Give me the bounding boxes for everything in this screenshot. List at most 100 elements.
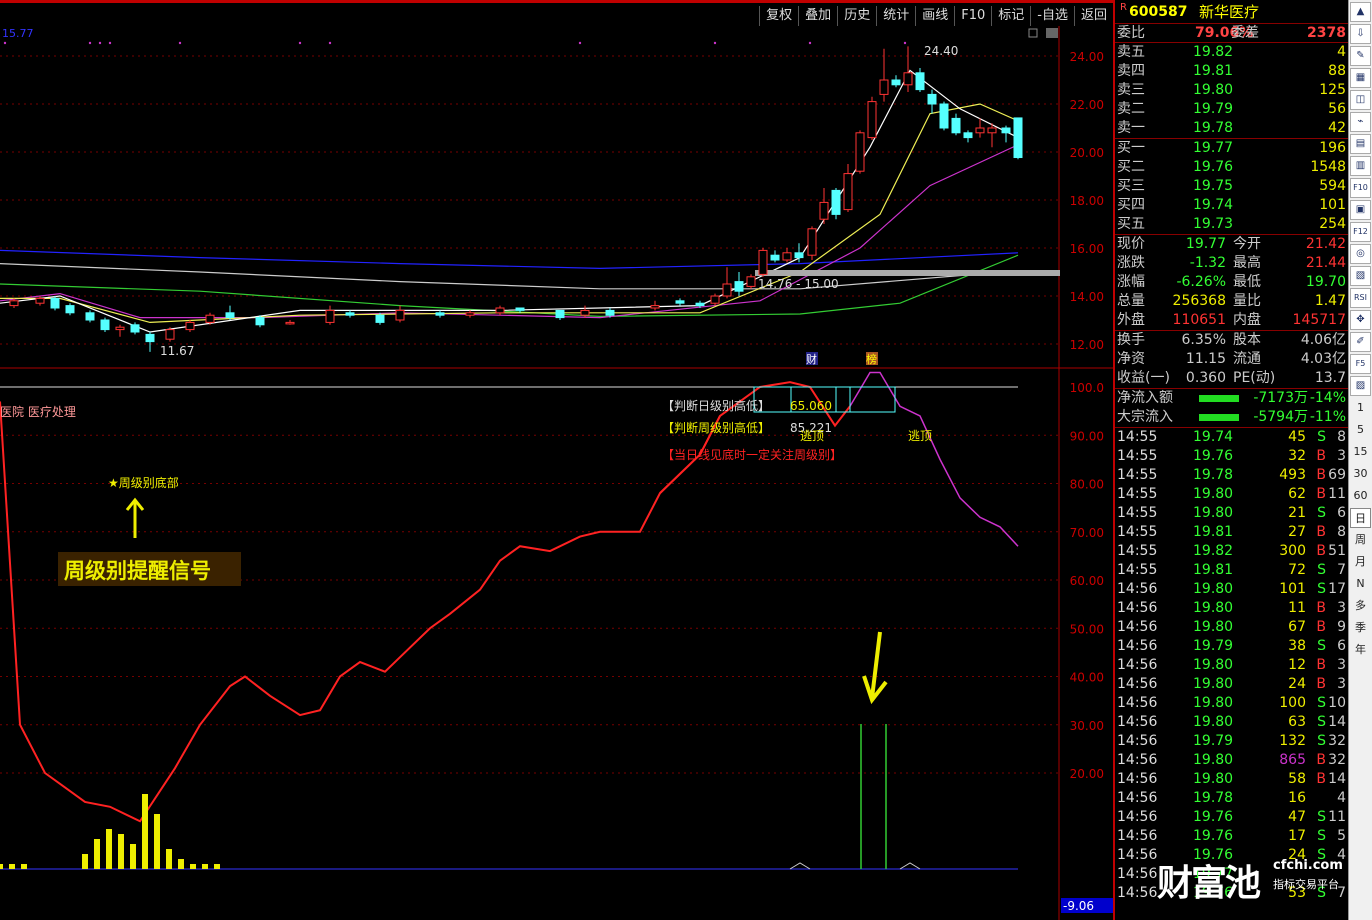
ind-tick: 60.00 — [1070, 574, 1104, 588]
candle-body — [695, 302, 705, 307]
toolbar-btn-5[interactable]: F10 — [954, 6, 991, 26]
tick-volume: 72 — [1288, 562, 1306, 578]
tick-count: 3 — [1337, 448, 1346, 464]
sidebar-tool-icon-7[interactable]: ▥ — [1350, 156, 1371, 176]
tick-row: 14:55 19.82 300 B 51 — [1115, 542, 1348, 561]
candle-body — [375, 314, 385, 323]
candle-body — [50, 297, 60, 309]
period-多[interactable]: 多 — [1350, 596, 1371, 616]
period-15[interactable]: 15 — [1350, 442, 1371, 462]
tick-volume: 47 — [1288, 809, 1306, 825]
candle-body — [325, 309, 335, 323]
candle-body — [130, 324, 140, 333]
stat-label: 总量 — [1117, 293, 1145, 309]
tick-side: S — [1317, 638, 1326, 654]
sidebar-tool-icon-3[interactable]: ▦ — [1350, 68, 1371, 88]
tick-volume: 16 — [1288, 790, 1306, 806]
ask-label: 卖三 — [1117, 82, 1145, 98]
tick-volume: 132 — [1279, 733, 1306, 749]
sidebar-tool-icon-4[interactable]: ◫ — [1350, 90, 1371, 110]
tick-side: S — [1317, 733, 1326, 749]
signal-dot — [3, 41, 7, 45]
tick-time: 14:56 — [1117, 752, 1158, 768]
toolbar-btn-3[interactable]: 统计 — [876, 6, 915, 26]
toolbar-btn-7[interactable]: -自选 — [1030, 6, 1074, 26]
sidebar-tool-icon-8[interactable]: F10 — [1350, 178, 1371, 198]
ind-tick: 40.00 — [1070, 671, 1104, 685]
ma-label: 15.77 — [2, 27, 34, 40]
tick-count: 32 — [1328, 733, 1346, 749]
sidebar-tool-icon-6[interactable]: ▤ — [1350, 134, 1371, 154]
ind-tick: 90.00 — [1070, 429, 1104, 443]
period-1[interactable]: 1 — [1350, 398, 1371, 418]
yellow-bar — [118, 834, 124, 869]
candle-body — [225, 312, 235, 319]
stat-value2: 4.06亿 — [1300, 332, 1346, 348]
watermark: 财富池 cfchi.com 指标交易平台 — [1157, 852, 1352, 904]
watermark-site: cfchi.com — [1273, 858, 1343, 873]
tick-side: S — [1317, 714, 1326, 730]
bid-label: 买一 — [1117, 140, 1145, 156]
sidebar-tool-icon-0[interactable]: ▲ — [1350, 2, 1371, 22]
toolbar-btn-6[interactable]: 标记 — [991, 6, 1030, 26]
period-60[interactable]: 60 — [1350, 486, 1371, 506]
period-日[interactable]: 日 — [1350, 508, 1371, 528]
toolbar-btn-1[interactable]: 叠加 — [798, 6, 837, 26]
tick-row: 14:55 19.80 62 B 11 — [1115, 485, 1348, 504]
stat-label2: 流通 — [1233, 351, 1261, 367]
stat2-row: 净资 11.15 流通 4.03亿 — [1115, 350, 1348, 369]
ask-row: 卖三 19.80 125 — [1115, 81, 1348, 100]
tick-row: 14:56 19.78 16 4 — [1115, 789, 1348, 808]
sidebar-tool-icon-12[interactable]: ▧ — [1350, 266, 1371, 286]
high-label: 24.40 — [924, 44, 958, 58]
ma-white-long — [0, 263, 1019, 290]
toolbar-btn-8[interactable]: 返回 — [1073, 6, 1113, 26]
period-5[interactable]: 5 — [1350, 420, 1371, 440]
period-月[interactable]: 月 — [1350, 552, 1371, 572]
period-季[interactable]: 季 — [1350, 618, 1371, 638]
sidebar-tool-icon-5[interactable]: ⌁ — [1350, 112, 1371, 132]
ask-list: 卖五 19.82 4 卖四 19.81 88 卖三 19.80 125 卖二 19.79 56 卖一 19… — [1115, 43, 1348, 139]
ask-label: 卖二 — [1117, 101, 1145, 117]
ask-row: 卖四 19.81 88 — [1115, 62, 1348, 81]
sidebar-tool-icon-1[interactable]: ⇩ — [1350, 24, 1371, 44]
yellow-bar — [166, 849, 172, 869]
tick-price: 19.76 — [1193, 448, 1234, 464]
candle-body — [891, 79, 901, 86]
period-周[interactable]: 周 — [1350, 530, 1371, 550]
sidebar-tool-icon-14[interactable]: ✥ — [1350, 310, 1371, 330]
tick-row: 14:56 19.79 38 S 6 — [1115, 637, 1348, 656]
sidebar-tool-icon-2[interactable]: ✎ — [1350, 46, 1371, 66]
toolbar-btn-2[interactable]: 历史 — [837, 6, 876, 26]
tick-volume: 17 — [1288, 828, 1306, 844]
bid-row: 买一 19.77 196 — [1115, 139, 1348, 158]
sidebar-tool-icon-11[interactable]: ◎ — [1350, 244, 1371, 264]
marker-bang: 榜 — [866, 352, 877, 366]
toolbar-btn-4[interactable]: 画线 — [915, 6, 954, 26]
signal-dot — [178, 41, 182, 45]
toolbar: 复权 叠加 历史 统计 画线 F10 标记 -自选 返回 — [759, 6, 1113, 26]
sidebar-tool-icon-17[interactable]: ▨ — [1350, 376, 1371, 396]
chart-area[interactable]: 24.00 22.00 20.00 18.00 16.00 14.00 12.00 100.0… — [0, 26, 1113, 920]
tick-price: 19.80 — [1193, 505, 1234, 521]
tick-price: 19.78 — [1193, 790, 1234, 806]
candle-body — [255, 317, 265, 326]
period-年[interactable]: 年 — [1350, 640, 1371, 660]
sidebar-tool-icon-9[interactable]: ▣ — [1350, 200, 1371, 220]
sidebar-tool-icon-16[interactable]: F5 — [1350, 354, 1371, 374]
ask-volume: 88 — [1328, 63, 1346, 79]
sidebar-tool-icon-15[interactable]: ✐ — [1350, 332, 1371, 352]
candle-body — [939, 103, 949, 129]
period-30[interactable]: 30 — [1350, 464, 1371, 484]
toolbar-btn-0[interactable]: 复权 — [759, 6, 798, 26]
candle-body — [605, 309, 615, 316]
up-arrow-icon — [125, 497, 145, 538]
candle-body — [807, 228, 817, 256]
tick-time: 14:56 — [1117, 676, 1158, 692]
tick-row: 14:56 19.80 12 B 3 — [1115, 656, 1348, 675]
period-N[interactable]: N — [1350, 574, 1371, 594]
tick-count: 5 — [1337, 828, 1346, 844]
sidebar-tool-icon-13[interactable]: RSI — [1350, 288, 1371, 308]
sidebar-tool-icon-10[interactable]: F12 — [1350, 222, 1371, 242]
candle-body — [951, 117, 961, 134]
